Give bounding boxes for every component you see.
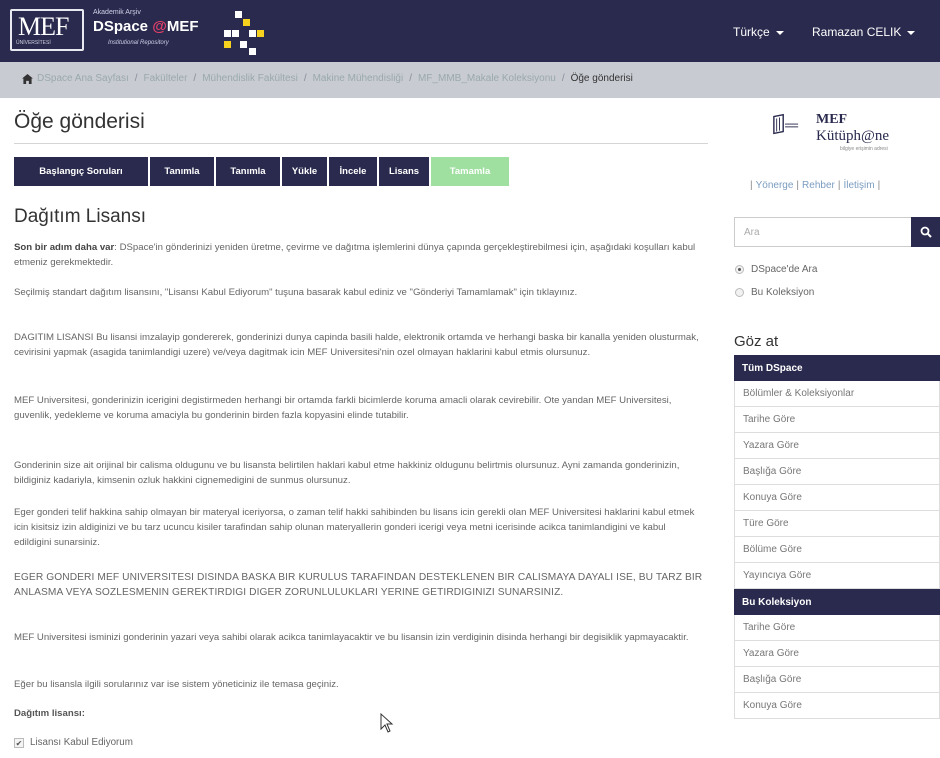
browse-header-all-dspace: Tüm DSpace — [734, 355, 940, 381]
accept-license-label: Lisansı Kabul Ediyorum — [30, 737, 133, 748]
browse-title: Göz at — [734, 333, 779, 350]
breadcrumb-separator: / — [134, 73, 138, 84]
breadcrumb-current: Öğe gönderisi — [570, 73, 633, 84]
browse-link[interactable]: Başlığa Göre — [734, 459, 940, 485]
step-tanimla-1[interactable]: Tanımla — [150, 157, 214, 186]
language-dropdown[interactable]: Türkçe — [733, 25, 784, 39]
user-name: Ramazan CELIK — [812, 25, 902, 39]
library-books-icon — [773, 113, 799, 135]
step-tanimla-2[interactable]: Tanımla — [216, 157, 280, 186]
browse-link[interactable]: Başlığa Göre — [734, 667, 940, 693]
browse-link[interactable]: Yayıncıya Göre — [734, 563, 940, 589]
scope-option-collection[interactable]: Bu Koleksiyon — [735, 287, 814, 298]
accept-license-checkbox[interactable]: ✔ Lisansı Kabul Ediyorum — [14, 737, 133, 748]
step-baslangic-sorulari[interactable]: Başlangıç Soruları — [14, 157, 148, 186]
logo-text: MEF — [18, 12, 69, 41]
scope-label: Bu Koleksiyon — [751, 287, 815, 298]
user-dropdown[interactable]: Ramazan CELIK — [812, 25, 916, 39]
home-icon[interactable] — [22, 73, 33, 84]
search-button[interactable] — [911, 217, 940, 247]
brand-prefix: DSpace — [93, 18, 149, 35]
intro-bold: Son bir adım daha var — [14, 242, 115, 253]
breadcrumb-item[interactable]: Mühendislik Fakültesi — [202, 73, 298, 84]
chevron-down-icon — [907, 30, 916, 35]
library-links: | Yönerge | Rehber | İletişim | — [750, 180, 881, 191]
breadcrumb-separator: / — [303, 73, 307, 84]
logo-subtitle: ÜNİVERSİTESİ — [16, 40, 51, 46]
breadcrumb-item[interactable]: Fakülteler — [144, 73, 188, 84]
license-paragraph-2: MEF Universitesi, gonderinizin icerigini… — [14, 395, 672, 421]
search-icon — [920, 226, 932, 238]
link-iletisim[interactable]: İletişim — [843, 180, 874, 191]
brand-tagline: Akademik Arşiv — [93, 9, 141, 16]
license-label: Dağıtım lisansı: — [14, 708, 85, 719]
intro-text: : DSpace'in gönderinizi yeniden üretme, … — [14, 242, 696, 268]
breadcrumb-item[interactable]: MF_MMB_Makale Koleksiyonu — [418, 73, 556, 84]
step-incele[interactable]: İncele — [329, 157, 377, 186]
step-lisans[interactable]: Lisans — [379, 157, 429, 186]
brand-subtitle: Institutional Repository — [108, 40, 169, 46]
top-navbar: MEF ÜNİVERSİTESİ Akademik Arşiv DSpace @… — [0, 0, 940, 62]
license-paragraph-6: MEF Universitesi isminizi gonderinin yaz… — [14, 632, 689, 643]
browse-link[interactable]: Yazara Göre — [734, 433, 940, 459]
step-yukle[interactable]: Yükle — [282, 157, 327, 186]
checkbox-checked-icon[interactable]: ✔ — [14, 737, 24, 748]
library-name-kutuphane: Kütüph@ne — [816, 128, 889, 144]
search-input[interactable] — [734, 217, 912, 247]
browse-link[interactable]: Konuya Göre — [734, 485, 940, 511]
title-divider — [14, 143, 708, 144]
browse-link[interactable]: Yazara Göre — [734, 641, 940, 667]
breadcrumb-separator: / — [193, 73, 197, 84]
browse-link[interactable]: Bölüme Göre — [734, 537, 940, 563]
mef-university-logo[interactable]: MEF ÜNİVERSİTESİ — [10, 9, 84, 51]
browse-link[interactable]: Bölümler & Koleksiyonlar — [734, 381, 940, 407]
breadcrumb: DSpace Ana Sayfası / Fakülteler / Mühend… — [0, 62, 940, 98]
breadcrumb-item[interactable]: DSpace Ana Sayfası — [37, 73, 129, 84]
browse-link[interactable]: Tarihe Göre — [734, 407, 940, 433]
browse-link[interactable]: Tarihe Göre — [734, 615, 940, 641]
license-instruction: Seçilmiş standart dağıtım lisansını, "Li… — [14, 287, 578, 298]
browse-link[interactable]: Türe Göre — [734, 511, 940, 537]
step-tamamla[interactable]: Tamamla — [431, 157, 509, 186]
brand-name[interactable]: DSpace @MEF — [93, 18, 199, 35]
library-tagline: bilgiye erişimin adresi — [840, 146, 888, 152]
language-label: Türkçe — [733, 25, 770, 39]
license-paragraph-5: EGER GONDERI MEF UNIVERSITESI DISINDA BA… — [14, 572, 703, 598]
license-paragraph-4: Eger gonderi telif hakkina sahip olmayan… — [14, 507, 695, 548]
browse-list: Tüm DSpace Bölümler & Koleksiyonlar Tari… — [734, 355, 940, 719]
page-title: Öğe gönderisi — [14, 110, 145, 133]
link-yonerge[interactable]: Yönerge — [756, 180, 794, 191]
breadcrumb-item[interactable]: Makine Mühendisliği — [313, 73, 404, 84]
chevron-down-icon — [775, 30, 784, 35]
radio-selected-icon[interactable] — [735, 265, 744, 274]
mouse-pointer-icon — [380, 713, 394, 733]
library-logo[interactable]: MEF Kütüph@ne bilgiye erişimin adresi — [772, 112, 922, 152]
link-rehber[interactable]: Rehber — [802, 180, 835, 191]
license-paragraph-3: Gonderinin size ait orijinal bir calisma… — [14, 460, 680, 486]
breadcrumb-separator: / — [561, 73, 565, 84]
browse-link[interactable]: Konuya Göre — [734, 693, 940, 719]
scope-label: DSpace'de Ara — [751, 264, 818, 275]
intro-paragraph: Son bir adım daha var: DSpace'in gönderi… — [14, 240, 704, 270]
breadcrumb-separator: / — [409, 73, 412, 84]
scope-option-dspace[interactable]: DSpace'de Ara — [735, 264, 817, 275]
brand-at: @ — [152, 18, 167, 35]
brand-suffix: MEF — [166, 18, 199, 35]
radio-icon[interactable] — [735, 288, 744, 297]
library-name-mef: MEF — [816, 112, 848, 127]
submission-progress: Başlangıç Soruları Tanımla Tanımla Yükle… — [14, 157, 509, 186]
browse-header-collection: Bu Koleksiyon — [734, 589, 940, 615]
contact-note: Eğer bu lisansla ilgili sorularınız var … — [14, 679, 339, 690]
section-title: Dağıtım Lisansı — [14, 206, 146, 227]
license-paragraph-1: DAGITIM LISANSI Bu lisansi imzalayip gon… — [14, 332, 699, 358]
sidebar-search — [734, 217, 940, 247]
